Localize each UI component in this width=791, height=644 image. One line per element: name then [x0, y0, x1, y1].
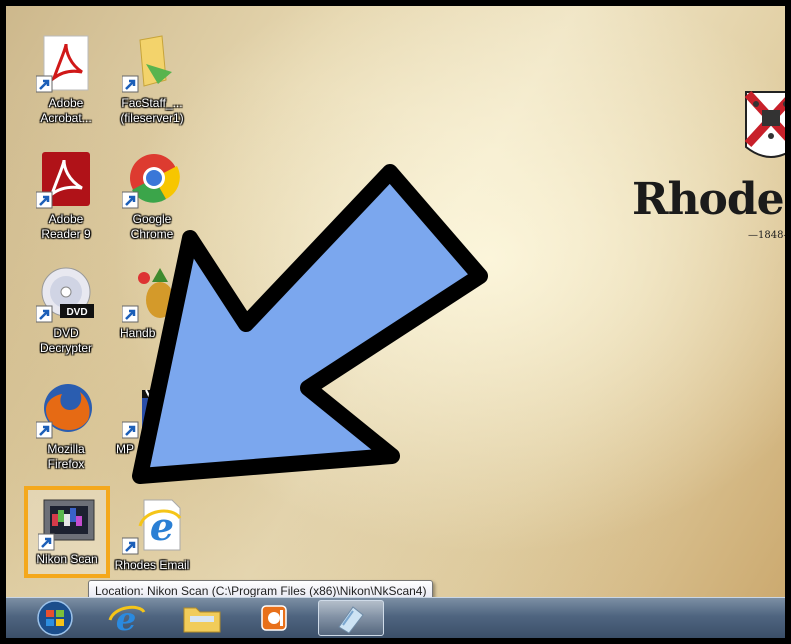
- wallpaper-year: —1848—: [748, 230, 791, 241]
- nikon-scan-icon: [38, 499, 95, 551]
- icon-label-line2: Reader 9: [41, 227, 91, 241]
- desktop-icon-dvd-decrypter[interactable]: DVD DVD Decrypter: [24, 258, 108, 366]
- taskbar: e: [6, 597, 785, 638]
- icon-label-line1: MP: [116, 442, 134, 456]
- icon-label-line1: Adobe: [48, 96, 84, 110]
- adobe-reader-icon: [36, 152, 90, 209]
- icon-label-line1: DVD: [53, 326, 79, 340]
- internet-explorer-icon: e: [122, 499, 182, 555]
- wallpaper-title: Rhodes C: [632, 174, 791, 225]
- icon-label-line1: FacStaff_...: [121, 96, 183, 110]
- icon-label-line2: Firefox: [47, 457, 85, 471]
- icon-label-line1: Handb: [120, 326, 156, 340]
- desktop-icon-facstaff[interactable]: FacStaff_... (fileserver1): [110, 28, 194, 136]
- pineapple-drink-icon: [122, 268, 174, 323]
- rhodes-crest-icon: [744, 90, 785, 158]
- dvd-disc-icon: DVD: [36, 267, 94, 323]
- firefox-icon: [36, 384, 92, 439]
- icon-label-line1: Mozilla: [47, 442, 85, 456]
- icon-label-line2: Acrobat...: [40, 111, 92, 125]
- scan-window-icon: [338, 606, 364, 634]
- desktop-icon-adobe-reader[interactable]: Adobe Reader 9: [24, 144, 108, 252]
- ie-icon[interactable]: e: [106, 600, 146, 636]
- icon-label-line2: (fileserver1): [120, 111, 184, 125]
- icon-label-line1: Google: [132, 212, 172, 226]
- desktop-icon-mp[interactable]: MP: [110, 374, 194, 482]
- desktop: Rhodes C —1848— AdobeAcrobat... AdobeRea…: [0, 0, 791, 644]
- folder-icon[interactable]: [178, 600, 226, 636]
- desktop-icon-handbook[interactable]: Handb: [110, 258, 194, 366]
- desktop-icon-mozilla-firefox[interactable]: Mozilla Firefox: [24, 374, 108, 482]
- icon-label-line2: Chrome: [130, 227, 174, 241]
- media-player-icon[interactable]: [254, 600, 294, 636]
- icon-label-line1: Adobe: [48, 212, 84, 226]
- icon-label-line1: Rhodes Email: [114, 558, 190, 572]
- windows-orb-icon[interactable]: [30, 600, 80, 636]
- adobe-acrobat-icon: [36, 35, 89, 93]
- desktop-icon-nikon-scan[interactable]: Nikon Scan: [24, 486, 110, 578]
- nikon-scan-taskbar-button[interactable]: [318, 600, 384, 636]
- desktop-icon-adobe-acrobat[interactable]: Adobe Acrobat...: [24, 28, 108, 136]
- clapperboard-icon: [122, 389, 178, 439]
- dvd-badge: DVD: [66, 307, 87, 318]
- icon-label-line2: Decrypter: [39, 341, 92, 355]
- network-folder-icon: [122, 35, 172, 93]
- desktop-icon-google-chrome[interactable]: Google Chrome: [110, 144, 194, 252]
- svg-text:e: e: [116, 600, 136, 636]
- icon-label: Nikon Scan: [36, 552, 98, 566]
- chrome-icon: [122, 154, 180, 209]
